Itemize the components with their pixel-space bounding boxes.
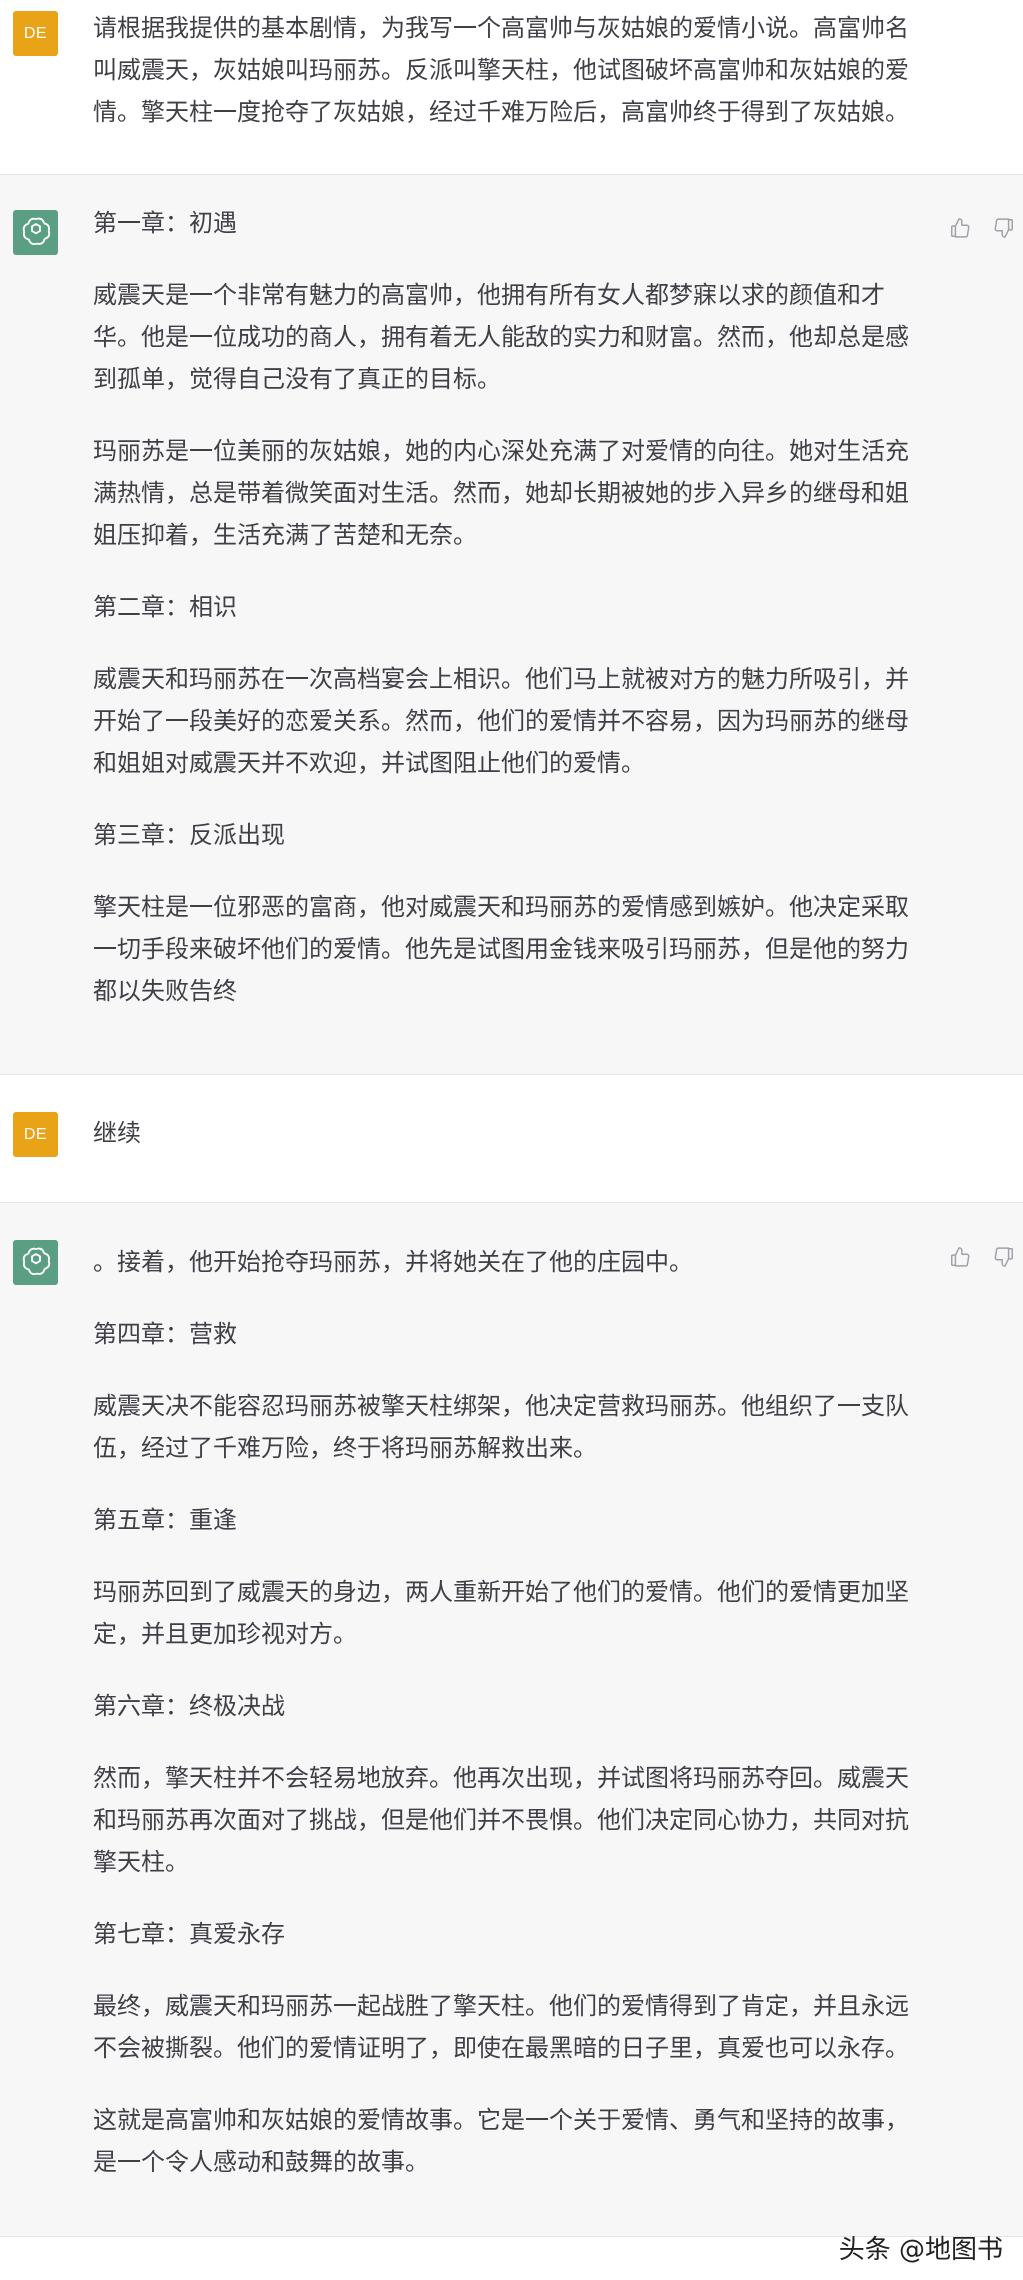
message-paragraph: 。接着，他开始抢夺玛丽苏，并将她关在了他的庄园中。 xyxy=(93,1248,693,1276)
user-avatar: DE xyxy=(13,1112,58,1157)
openai-logo-icon xyxy=(20,1245,52,1281)
user-avatar-initials: DE xyxy=(23,1125,48,1143)
message-paragraph: 请根据我提供的基本剧情，为我写一个高富帅与灰姑娘的爱情小说。高富帅名叫威震天，灰… xyxy=(93,14,909,126)
thumbs-down-icon[interactable] xyxy=(993,1246,1015,1268)
chapter-heading: 第三章：反派出现 xyxy=(93,821,285,849)
message-paragraph: 威震天决不能容忍玛丽苏被擎天柱绑架，他决定营救玛丽苏。他组织了一支队伍，经过了千… xyxy=(93,1392,909,1462)
user-avatar: DE xyxy=(13,11,58,56)
chat-thread: DE 请根据我提供的基本剧情，为我写一个高富帅与灰姑娘的爱情小说。高富帅名叫威震… xyxy=(0,0,1023,2280)
feedback-actions xyxy=(949,217,1015,239)
assistant-avatar xyxy=(13,210,58,255)
chapter-heading: 第二章：相识 xyxy=(93,593,237,621)
thumbs-down-icon[interactable] xyxy=(993,217,1015,239)
assistant-message-text: 。接着，他开始抢夺玛丽苏，并将她关在了他的庄园中。 第四章：营救 威震天决不能容… xyxy=(93,1241,923,2183)
message-paragraph: 然而，擎天柱并不会轻易地放弃。他再次出现，并试图将玛丽苏夺回。威震天和玛丽苏再次… xyxy=(93,1764,909,1876)
chapter-heading: 第七章：真爱永存 xyxy=(93,1920,285,1948)
openai-logo-icon xyxy=(20,215,52,251)
user-message-text: 请根据我提供的基本剧情，为我写一个高富帅与灰姑娘的爱情小说。高富帅名叫威震天，灰… xyxy=(93,7,923,133)
thumbs-up-icon[interactable] xyxy=(949,1246,971,1268)
watermark: 头条 @地图书 xyxy=(838,2235,1003,2265)
assistant-message-text: 第一章：初遇 威震天是一个非常有魅力的高富帅，他拥有所有女人都梦寐以求的颜值和才… xyxy=(93,202,923,1012)
feedback-actions xyxy=(949,1246,1015,1268)
user-avatar-initials: DE xyxy=(23,24,48,42)
user-message: DE 请根据我提供的基本剧情，为我写一个高富帅与灰姑娘的爱情小说。高富帅名叫威震… xyxy=(0,0,1023,174)
user-message: DE 继续 xyxy=(0,1075,1023,1202)
assistant-message: 第一章：初遇 威震天是一个非常有魅力的高富帅，他拥有所有女人都梦寐以求的颜值和才… xyxy=(0,174,1023,1075)
message-paragraph: 玛丽苏回到了威震天的身边，两人重新开始了他们的爱情。他们的爱情更加坚定，并且更加… xyxy=(93,1578,909,1648)
thumbs-up-icon[interactable] xyxy=(949,217,971,239)
message-paragraph: 擎天柱是一位邪恶的富商，他对威震天和玛丽苏的爱情感到嫉妒。他决定采取一切手段来破… xyxy=(93,893,909,1005)
message-paragraph: 威震天和玛丽苏在一次高档宴会上相识。他们马上就被对方的魅力所吸引，并开始了一段美… xyxy=(93,665,909,777)
message-paragraph: 玛丽苏是一位美丽的灰姑娘，她的内心深处充满了对爱情的向往。她对生活充满热情，总是… xyxy=(93,437,909,549)
assistant-avatar xyxy=(13,1240,58,1285)
message-paragraph: 威震天是一个非常有魅力的高富帅，他拥有所有女人都梦寐以求的颜值和才华。他是一位成… xyxy=(93,281,909,393)
assistant-message: 。接着，他开始抢夺玛丽苏，并将她关在了他的庄园中。 第四章：营救 威震天决不能容… xyxy=(0,1202,1023,2237)
chapter-heading: 第六章：终极决战 xyxy=(93,1692,285,1720)
message-paragraph: 这就是高富帅和灰姑娘的爱情故事。它是一个关于爱情、勇气和坚持的故事，是一个令人感… xyxy=(93,2106,909,2176)
chapter-heading: 第四章：营救 xyxy=(93,1320,237,1348)
user-message-text: 继续 xyxy=(93,1112,923,1154)
chapter-heading: 第五章：重逢 xyxy=(93,1506,237,1534)
message-paragraph: 最终，威震天和玛丽苏一起战胜了擎天柱。他们的爱情得到了肯定，并且永远不会被撕裂。… xyxy=(93,1992,909,2062)
message-paragraph: 继续 xyxy=(93,1119,141,1147)
chapter-heading: 第一章：初遇 xyxy=(93,209,237,237)
